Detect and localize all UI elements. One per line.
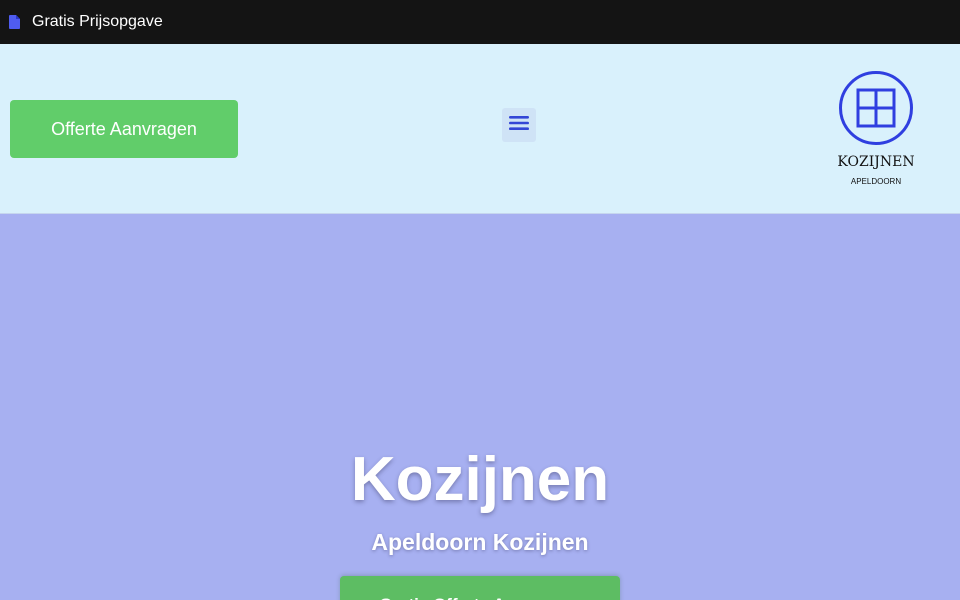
hero-section: Kozijnen Apeldoorn Kozijnen Gratis Offer…: [0, 214, 960, 600]
logo-brand-text: KOZIJNEN: [837, 154, 915, 170]
window-frame-icon: [838, 70, 914, 151]
request-quote-button[interactable]: Offerte Aanvragen: [10, 100, 238, 158]
browser-tab-bar: Gratis Prijsopgave: [0, 0, 960, 44]
site-logo[interactable]: KOZIJNEN APELDOORN: [828, 68, 924, 198]
hamburger-menu-icon: [509, 115, 529, 136]
document-icon: [9, 15, 20, 29]
site-header: Offerte Aanvragen KOZIJNEN APELDOORN: [0, 44, 960, 214]
hero-title: Kozijnen: [350, 445, 610, 514]
free-quote-cta-button[interactable]: Gratis Offerte Aanvragen: [340, 576, 620, 600]
menu-toggle-button[interactable]: [502, 108, 536, 142]
hero-subtitle: Apeldoorn Kozijnen: [371, 529, 589, 555]
tab-title[interactable]: Gratis Prijsopgave: [32, 13, 163, 31]
logo-sub-text: APELDOORN: [850, 177, 902, 186]
